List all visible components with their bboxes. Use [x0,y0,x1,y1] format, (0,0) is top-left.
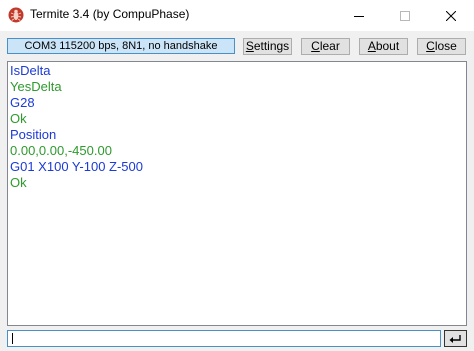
command-input[interactable] [8,331,440,346]
termite-window: Termite 3.4 (by CompuPhase) COM3 115200 … [0,0,474,351]
maximize-button[interactable] [382,0,428,31]
text-caret [12,333,13,344]
about-button[interactable]: About [359,38,408,55]
about-label: bout [375,39,400,53]
clear-label: lear [319,39,340,53]
settings-button[interactable]: Settings [243,38,292,55]
command-input-box [7,330,441,347]
enter-arrow-icon [449,334,461,343]
terminal-output[interactable]: IsDelta YesDelta G28 Ok Position 0.00,0.… [7,61,467,326]
title-bar[interactable]: Termite 3.4 (by CompuPhase) [0,0,474,31]
maximize-icon [400,10,410,21]
send-button[interactable] [444,330,467,347]
about-accel-key: A [367,39,376,53]
minimize-icon [354,15,364,17]
toolbar: COM3 115200 bps, 8N1, no handshake Setti… [0,31,474,61]
window-title: Termite 3.4 (by CompuPhase) [30,7,190,21]
output-line: G01 X100 Y-100 Z-500 [10,159,143,174]
settings-accel-key: S [245,39,254,53]
output-line: IsDelta [10,63,51,78]
output-line: Position [10,127,57,142]
clear-button[interactable]: Clear [301,38,350,55]
clear-accel-key: C [311,39,320,53]
termite-icon [8,7,24,23]
output-line: YesDelta [10,79,62,94]
output-line: Ok [10,111,27,126]
output-line: G28 [10,95,35,110]
close-accel-key: C [426,39,435,53]
output-line: Ok [10,175,27,190]
close-window-button[interactable] [428,0,474,31]
port-status-button[interactable]: COM3 115200 bps, 8N1, no handshake [7,38,235,54]
close-button[interactable]: Close [417,38,466,55]
output-line: 0.00,0.00,-450.00 [10,143,112,158]
minimize-button[interactable] [336,0,382,31]
settings-label: ettings [253,39,290,53]
close-icon [446,10,456,21]
close-label: lose [434,39,457,53]
